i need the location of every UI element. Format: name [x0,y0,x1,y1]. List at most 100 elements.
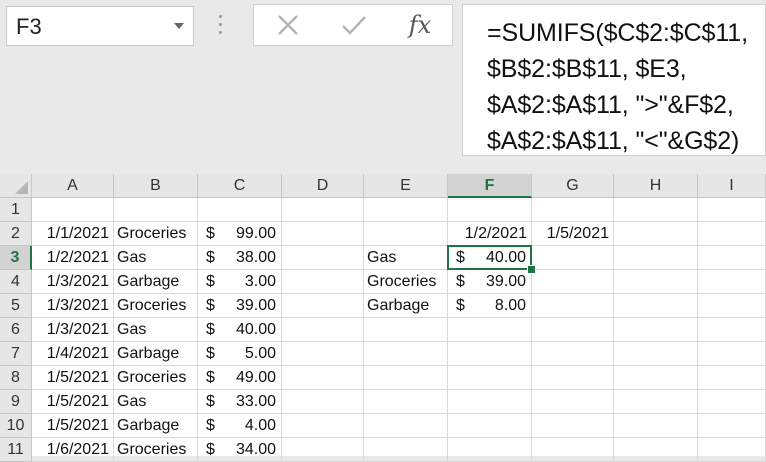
cell-c11[interactable]: $34.00 [198,438,282,462]
cell-f4[interactable]: $39.00 [448,270,532,294]
cell-i1[interactable] [698,198,766,222]
column-header-b[interactable]: B [114,174,198,198]
cell-f5[interactable]: $8.00 [448,294,532,318]
cell-b9[interactable]: Gas [114,390,198,414]
cell-a6[interactable]: 1/3/2021 [32,318,114,342]
chevron-down-icon[interactable] [174,23,184,29]
cell-b7[interactable]: Garbage [114,342,198,366]
cell-b6[interactable]: Gas [114,318,198,342]
cell-g9[interactable] [532,390,614,414]
cell-f1[interactable] [448,198,532,222]
cell-c3[interactable]: $38.00 [198,246,282,270]
cell-d7[interactable] [282,342,364,366]
cell-e11[interactable] [364,438,448,462]
cell-d2[interactable] [282,222,364,246]
spreadsheet-grid[interactable]: A B C D E F G H I 1 2 1/1/2021 Groceries $99.00 1/2/20… [0,174,766,462]
cell-d4[interactable] [282,270,364,294]
cell-i11[interactable] [698,438,766,462]
row-header-5[interactable]: 5 [0,294,32,318]
cell-c1[interactable] [198,198,282,222]
cell-f8[interactable] [448,366,532,390]
cell-h6[interactable] [614,318,698,342]
cell-c10[interactable]: $4.00 [198,414,282,438]
cell-i8[interactable] [698,366,766,390]
column-header-h[interactable]: H [614,174,698,198]
enter-button[interactable] [334,10,374,40]
cell-a7[interactable]: 1/4/2021 [32,342,114,366]
cell-g1[interactable] [532,198,614,222]
cell-g5[interactable] [532,294,614,318]
cell-c6[interactable]: $40.00 [198,318,282,342]
cell-b11[interactable]: Groceries [114,438,198,462]
row-header-7[interactable]: 7 [0,342,32,366]
cell-g11[interactable] [532,438,614,462]
cell-i3[interactable] [698,246,766,270]
row-header-2[interactable]: 2 [0,222,32,246]
insert-function-button[interactable]: fx [400,10,440,40]
cell-e4[interactable]: Groceries [364,270,448,294]
cell-a1[interactable] [32,198,114,222]
cell-g3[interactable] [532,246,614,270]
cell-h8[interactable] [614,366,698,390]
cell-h10[interactable] [614,414,698,438]
cell-f3[interactable]: $40.00 [448,246,532,270]
name-box[interactable]: F3 [6,6,194,46]
cell-e9[interactable] [364,390,448,414]
cell-d6[interactable] [282,318,364,342]
fill-handle[interactable] [527,265,536,274]
cell-i9[interactable] [698,390,766,414]
formula-input[interactable]: =SUMIFS($C$2:$C$11, $B$2:$B$11, $E3, $A$… [462,4,766,156]
cell-b1[interactable] [114,198,198,222]
cell-b4[interactable]: Garbage [114,270,198,294]
cell-e6[interactable] [364,318,448,342]
cell-g2[interactable]: 1/5/2021 [532,222,614,246]
column-header-e[interactable]: E [364,174,448,198]
cell-i5[interactable] [698,294,766,318]
cell-e2[interactable] [364,222,448,246]
cell-h2[interactable] [614,222,698,246]
cell-b10[interactable]: Garbage [114,414,198,438]
cell-c9[interactable]: $33.00 [198,390,282,414]
cell-a4[interactable]: 1/3/2021 [32,270,114,294]
cell-b3[interactable]: Gas [114,246,198,270]
cell-h3[interactable] [614,246,698,270]
cell-i4[interactable] [698,270,766,294]
cell-a2[interactable]: 1/1/2021 [32,222,114,246]
column-header-i[interactable]: I [698,174,766,198]
row-header-9[interactable]: 9 [0,390,32,414]
cell-d3[interactable] [282,246,364,270]
cell-f7[interactable] [448,342,532,366]
cell-g4[interactable] [532,270,614,294]
cell-a10[interactable]: 1/5/2021 [32,414,114,438]
cell-c8[interactable]: $49.00 [198,366,282,390]
row-header-1[interactable]: 1 [0,198,32,222]
cell-i2[interactable] [698,222,766,246]
cell-d9[interactable] [282,390,364,414]
cell-c4[interactable]: $3.00 [198,270,282,294]
cell-d11[interactable] [282,438,364,462]
cell-e10[interactable] [364,414,448,438]
cancel-button[interactable] [268,10,308,40]
row-header-11[interactable]: 11 [0,438,32,462]
cell-f11[interactable] [448,438,532,462]
cell-a9[interactable]: 1/5/2021 [32,390,114,414]
cell-h4[interactable] [614,270,698,294]
row-header-3[interactable]: 3 [0,246,32,270]
cell-b5[interactable]: Groceries [114,294,198,318]
column-header-c[interactable]: C [198,174,282,198]
column-header-g[interactable]: G [532,174,614,198]
cell-f9[interactable] [448,390,532,414]
cell-c5[interactable]: $39.00 [198,294,282,318]
column-header-a[interactable]: A [32,174,114,198]
cell-b2[interactable]: Groceries [114,222,198,246]
row-header-4[interactable]: 4 [0,270,32,294]
cell-e3[interactable]: Gas [364,246,448,270]
drag-handle-icon[interactable] [218,12,224,38]
cell-d5[interactable] [282,294,364,318]
cell-a3[interactable]: 1/2/2021 [32,246,114,270]
cell-h9[interactable] [614,390,698,414]
cell-e5[interactable]: Garbage [364,294,448,318]
cell-e8[interactable] [364,366,448,390]
column-header-f[interactable]: F [448,174,532,198]
row-header-6[interactable]: 6 [0,318,32,342]
